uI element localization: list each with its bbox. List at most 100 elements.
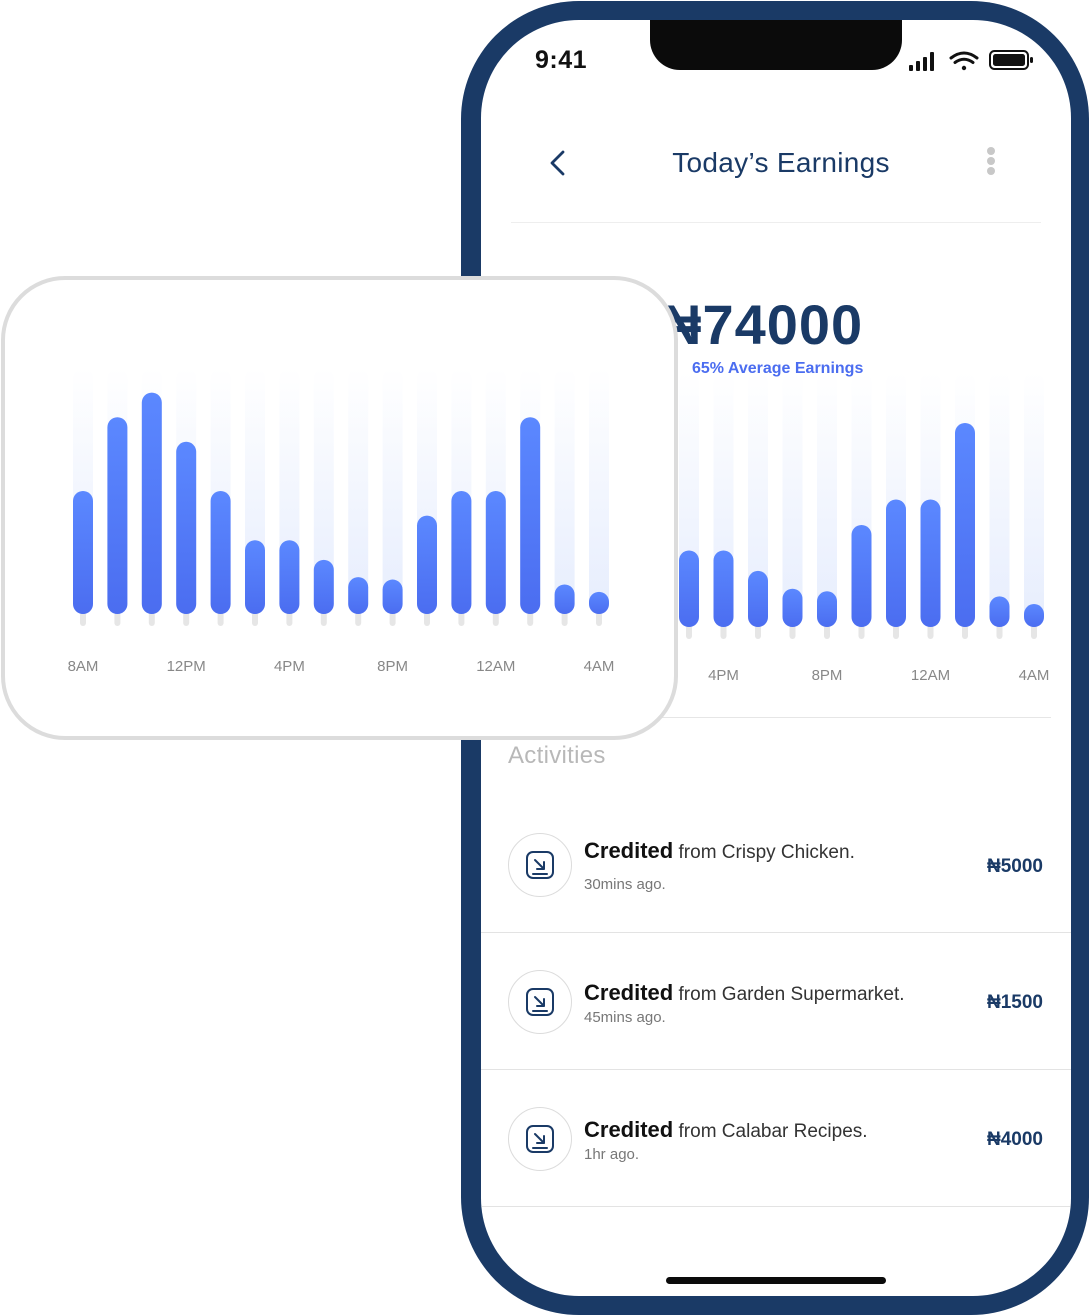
- chart-bar: [748, 570, 768, 627]
- back-button[interactable]: [543, 146, 573, 180]
- chart-bar: [107, 417, 128, 614]
- activity-item[interactable]: Credited from Garden Supermarket. 45mins…: [481, 933, 1071, 1070]
- chart-bar-peg: [927, 625, 934, 639]
- chart-bar-peg: [389, 612, 396, 626]
- chart-bar: [210, 491, 231, 614]
- chart-bar-peg: [720, 625, 727, 639]
- chart-bar-peg: [858, 625, 865, 639]
- zoom-earnings-chart: 8AM 12PM 4PM 8PM 12AM 4AM: [68, 368, 615, 675]
- chart-bar-peg: [824, 625, 830, 639]
- activity-amount: ₦4000: [987, 1129, 1043, 1150]
- chart-bar-peg: [1031, 625, 1037, 639]
- chart-bar-peg: [996, 625, 1003, 639]
- chart-x-tick-label: 4AM: [584, 658, 615, 675]
- chart-bar-peg: [893, 625, 899, 639]
- chart-bar-peg: [458, 612, 465, 626]
- chart-bar-peg: [686, 625, 692, 639]
- activity-divider: [481, 1205, 1071, 1207]
- chart-bar: [955, 423, 975, 627]
- chart-bar: [817, 591, 837, 627]
- activity-icon-wrap: [508, 970, 572, 1034]
- chart-bar: [713, 550, 734, 627]
- status-icons: [909, 48, 1039, 74]
- chart-bar: [989, 596, 1010, 627]
- activity-amount: ₦5000: [987, 856, 1043, 877]
- chart-bar-peg: [596, 612, 602, 626]
- chart-x-tick-label: 4AM: [1019, 667, 1050, 680]
- chart-bar-peg: [492, 612, 499, 626]
- activity-time: 45mins ago.: [584, 1009, 666, 1026]
- chart-bar-track: [1024, 372, 1044, 627]
- chart-bar-peg: [755, 625, 761, 639]
- activity-item[interactable]: Credited from Crispy Chicken. 30mins ago…: [481, 796, 1071, 933]
- chart-x-tick-label: 8PM: [377, 658, 408, 675]
- chart-bar-peg: [561, 612, 568, 626]
- chart-bar-track: [348, 368, 369, 614]
- chart-bar-track: [382, 368, 403, 614]
- activity-item[interactable]: Credited from Calabar Recipes. 1hr ago. …: [481, 1070, 1071, 1207]
- page-title: Today’s Earnings: [672, 147, 890, 178]
- chart-bar-peg: [320, 612, 327, 626]
- chart-bar: [920, 499, 941, 627]
- chart-x-tick-label: 12PM: [167, 658, 206, 675]
- chevron-left-icon: [550, 150, 565, 176]
- chart-bar-track: [554, 368, 575, 614]
- chart-x-tick-label: 12AM: [911, 667, 950, 680]
- activity-icon-wrap: [508, 833, 572, 897]
- activity-title: Credited from Calabar Recipes.: [584, 1117, 868, 1142]
- chart-bar-peg: [217, 612, 224, 626]
- more-options-button[interactable]: [981, 146, 1001, 180]
- phone-earnings-chart: 4PM 8PM 12AM 4AM: [679, 372, 1050, 680]
- chart-bar: [141, 392, 162, 614]
- chart-bar-peg: [80, 612, 86, 626]
- chart-bar: [245, 540, 265, 614]
- chart-x-tick-label: 12AM: [476, 658, 515, 675]
- chart-bar: [348, 577, 369, 614]
- chart-bar-track: [589, 368, 609, 614]
- activity-title: Credited from Crispy Chicken.: [584, 838, 855, 863]
- chart-bar: [851, 525, 872, 627]
- activity-icon-wrap: [508, 1107, 572, 1171]
- chart-bar: [679, 550, 699, 627]
- cellular-signal-icon: [909, 52, 934, 71]
- chart-bar-peg: [355, 612, 362, 626]
- download-arrow-icon: [526, 1125, 554, 1153]
- chart-bar: [589, 591, 609, 614]
- battery-icon: [989, 50, 1033, 70]
- activities-title: Activities: [508, 742, 606, 769]
- chart-bar: [382, 579, 403, 614]
- chart-bar: [554, 584, 575, 614]
- chart-bar-peg: [527, 612, 534, 626]
- chart-bar: [313, 559, 334, 614]
- chart-bar-peg: [114, 612, 121, 626]
- wifi-icon: [949, 51, 979, 71]
- chart-bar: [73, 491, 93, 614]
- chart-bar-peg: [286, 612, 293, 626]
- chart-bar-track: [989, 372, 1010, 627]
- download-arrow-icon: [526, 988, 554, 1016]
- chart-bar: [176, 441, 197, 614]
- more-vertical-icon: [987, 147, 995, 175]
- home-indicator: [666, 1277, 886, 1284]
- chart-bar-peg: [789, 625, 796, 639]
- chart-bar-track: [817, 372, 837, 627]
- chart-zoom-card: 8AM 12PM 4PM 8PM 12AM 4AM: [1, 276, 678, 740]
- status-time: 9:41: [535, 46, 588, 74]
- chart-bar: [782, 588, 803, 627]
- activity-time: 30mins ago.: [584, 876, 666, 893]
- chart-bar: [520, 417, 541, 614]
- notch: [650, 20, 902, 70]
- chart-bar-peg: [252, 612, 258, 626]
- chart-bar: [279, 540, 300, 614]
- activity-time: 1hr ago.: [584, 1146, 640, 1163]
- chart-bar-peg: [148, 612, 155, 626]
- download-arrow-icon: [526, 851, 554, 879]
- activity-amount: ₦1500: [987, 992, 1043, 1013]
- earnings-amount: ₦74000: [661, 293, 864, 356]
- chart-bar-peg: [962, 625, 968, 639]
- chart-bar-peg: [183, 612, 190, 626]
- section-divider: [661, 717, 1051, 718]
- chart-x-tick-label: 8AM: [68, 658, 99, 675]
- chart-bar: [886, 499, 906, 627]
- chart-bar: [485, 491, 506, 614]
